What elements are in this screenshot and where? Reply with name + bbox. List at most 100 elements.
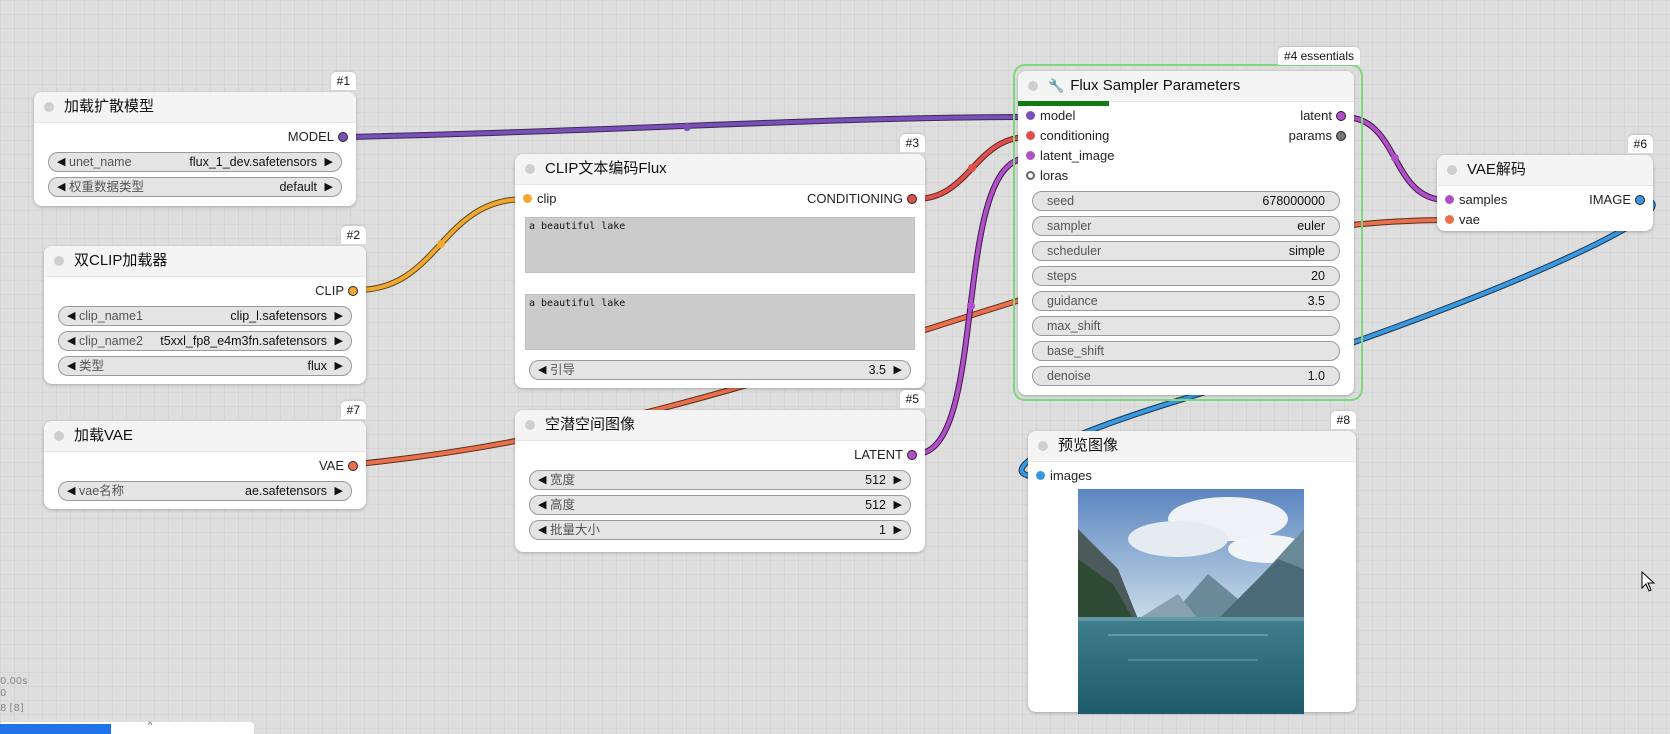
combo-weight-dtype[interactable]: ◀ 权重数据类型 default ▶	[48, 177, 342, 197]
node-clip-text-encode-flux[interactable]: #3 CLIP文本编码Flux clip CONDITIONING a beau…	[515, 134, 925, 388]
slot-dot-icon[interactable]	[1026, 151, 1035, 160]
number-guidance[interactable]: ◀ 引导 3.5 ▶	[529, 360, 911, 380]
slot-label: IMAGE	[1589, 192, 1631, 207]
node-title[interactable]: CLIP文本编码Flux	[515, 154, 925, 185]
node-title[interactable]: 预览图像	[1028, 431, 1356, 462]
arrow-left-icon[interactable]: ◀	[538, 471, 546, 489]
wrench-icon: 🔧	[1048, 78, 1065, 93]
text-base-shift[interactable]: base_shift	[1032, 341, 1340, 361]
slot-dot-icon[interactable]	[1026, 171, 1035, 180]
arrow-right-icon[interactable]: ▶	[325, 153, 333, 171]
slot-dot-icon[interactable]	[907, 194, 917, 204]
number-height[interactable]: ◀ 高度 512 ▶	[529, 495, 911, 515]
node-load-vae[interactable]: #7 加载VAE VAE ◀ vae名称 ae.safetensors ▶	[44, 401, 366, 509]
node-flux-sampler-parameters[interactable]: #4 essentials 🔧 Flux Sampler Parameters m…	[1018, 47, 1360, 395]
arrow-right-icon[interactable]: ▶	[335, 332, 343, 350]
collapse-dot-icon[interactable]	[1447, 165, 1457, 175]
slot-dot-icon[interactable]	[1635, 195, 1645, 205]
node-title[interactable]: 🔧 Flux Sampler Parameters	[1018, 71, 1354, 106]
slot-dot-icon[interactable]	[523, 194, 532, 203]
collapse-dot-icon[interactable]	[44, 102, 54, 112]
input-slot-images[interactable]: images	[1028, 466, 1356, 486]
collapse-dot-icon[interactable]	[54, 256, 64, 266]
io-row-loras[interactable]: loras	[1018, 166, 1354, 186]
arrow-right-icon[interactable]: ▶	[894, 471, 902, 489]
node-vae-decode[interactable]: #6 VAE解码 samples IMAGE vae	[1437, 135, 1653, 231]
slot-dot-icon[interactable]	[1445, 195, 1454, 204]
output-slot-vae[interactable]: VAE	[44, 456, 366, 476]
slot-dot-icon[interactable]	[348, 461, 358, 471]
io-row-samples[interactable]: samples IMAGE	[1437, 190, 1653, 210]
arrow-left-icon[interactable]: ◀	[67, 332, 75, 350]
io-row-vae[interactable]: vae	[1437, 210, 1653, 230]
output-slot-clip[interactable]: CLIP	[44, 281, 366, 301]
io-row-latent-image[interactable]: latent_image	[1018, 146, 1354, 166]
combo-clip-type[interactable]: ◀ 类型 flux ▶	[58, 356, 352, 376]
arrow-left-icon[interactable]: ◀	[57, 178, 65, 196]
node-title[interactable]: 加载VAE	[44, 421, 366, 452]
node-load-diffusion-model[interactable]: #1 加载扩散模型 MODEL ◀ unet_name flux_1_dev.s…	[34, 72, 356, 206]
collapse-dot-icon[interactable]	[1038, 441, 1048, 451]
slot-dot-icon[interactable]	[907, 450, 917, 460]
arrow-right-icon[interactable]: ▶	[325, 178, 333, 196]
text-guidance[interactable]: guidance 3.5	[1032, 291, 1340, 311]
slot-dot-icon[interactable]	[1026, 111, 1035, 120]
number-batch-size[interactable]: ◀ 批量大小 1 ▶	[529, 520, 911, 540]
slot-dot-icon[interactable]	[1036, 471, 1045, 480]
node-title[interactable]: 双CLIP加载器	[44, 246, 366, 277]
arrow-right-icon[interactable]: ▶	[335, 307, 343, 325]
combo-vae-name[interactable]: ◀ vae名称 ae.safetensors ▶	[58, 481, 352, 501]
node-title[interactable]: VAE解码	[1437, 155, 1653, 186]
text-seed[interactable]: seed 678000000	[1032, 191, 1340, 211]
arrow-left-icon[interactable]: ◀	[538, 496, 546, 514]
prompt-textarea-t5xxl[interactable]: a beautiful lake	[525, 294, 915, 350]
prompt-textarea-clip-l[interactable]: a beautiful lake	[525, 217, 915, 273]
number-width[interactable]: ◀ 宽度 512 ▶	[529, 470, 911, 490]
text-max-shift[interactable]: max_shift	[1032, 316, 1340, 336]
combo-unet-name[interactable]: ◀ unet_name flux_1_dev.safetensors ▶	[48, 152, 342, 172]
io-row-model[interactable]: model latent	[1018, 106, 1354, 126]
slot-dot-icon[interactable]	[338, 132, 348, 142]
node-title[interactable]: 加载扩散模型	[34, 92, 356, 123]
bottom-panel[interactable]: ^	[0, 720, 254, 734]
node-title[interactable]: 空潜空间图像	[515, 410, 925, 441]
slot-dot-icon[interactable]	[348, 286, 358, 296]
slot-dot-icon[interactable]	[1026, 131, 1035, 140]
arrow-left-icon[interactable]: ◀	[67, 307, 75, 325]
output-slot-latent[interactable]: LATENT	[515, 445, 925, 465]
arrow-left-icon[interactable]: ◀	[538, 521, 546, 539]
widget-value: 512	[865, 473, 886, 487]
slot-dot-icon[interactable]	[1445, 215, 1454, 224]
arrow-left-icon[interactable]: ◀	[57, 153, 65, 171]
collapse-dot-icon[interactable]	[54, 431, 64, 441]
node-empty-latent-image[interactable]: #5 空潜空间图像 LATENT ◀ 宽度 512 ▶ ◀ 高度 512 ▶ ◀…	[515, 390, 925, 552]
collapse-dot-icon[interactable]	[1028, 81, 1038, 91]
arrow-right-icon[interactable]: ▶	[335, 357, 343, 375]
text-denoise[interactable]: denoise 1.0	[1032, 366, 1340, 386]
chevron-up-icon[interactable]: ^	[148, 720, 152, 730]
collapse-dot-icon[interactable]	[525, 164, 535, 174]
node-dual-clip-loader[interactable]: #2 双CLIP加载器 CLIP ◀ clip_name1 clip_l.saf…	[44, 226, 366, 384]
arrow-right-icon[interactable]: ▶	[894, 521, 902, 539]
text-steps[interactable]: steps 20	[1032, 266, 1340, 286]
arrow-left-icon[interactable]: ◀	[67, 357, 75, 375]
io-row-conditioning[interactable]: conditioning params	[1018, 126, 1354, 146]
text-sampler[interactable]: sampler euler	[1032, 216, 1340, 236]
widget-value: clip_l.safetensors	[230, 309, 327, 323]
io-row-clip[interactable]: clip CONDITIONING	[515, 189, 925, 209]
node-preview-image[interactable]: #8 预览图像 images	[1028, 411, 1356, 714]
text-scheduler[interactable]: scheduler simple	[1032, 241, 1340, 261]
slot-dot-icon[interactable]	[1336, 131, 1346, 141]
arrow-left-icon[interactable]: ◀	[67, 482, 75, 500]
arrow-right-icon[interactable]: ▶	[335, 482, 343, 500]
collapse-dot-icon[interactable]	[525, 420, 535, 430]
queue-button[interactable]	[0, 724, 111, 734]
arrow-right-icon[interactable]: ▶	[894, 361, 902, 379]
arrow-left-icon[interactable]: ◀	[538, 361, 546, 379]
output-slot-model[interactable]: MODEL	[34, 127, 356, 147]
arrow-right-icon[interactable]: ▶	[894, 496, 902, 514]
combo-clip-name1[interactable]: ◀ clip_name1 clip_l.safetensors ▶	[58, 306, 352, 326]
combo-clip-name2[interactable]: ◀ clip_name2 t5xxl_fp8_e4m3fn.safetensor…	[58, 331, 352, 351]
preview-image-lake[interactable]	[1078, 489, 1304, 714]
slot-dot-icon[interactable]	[1336, 111, 1346, 121]
